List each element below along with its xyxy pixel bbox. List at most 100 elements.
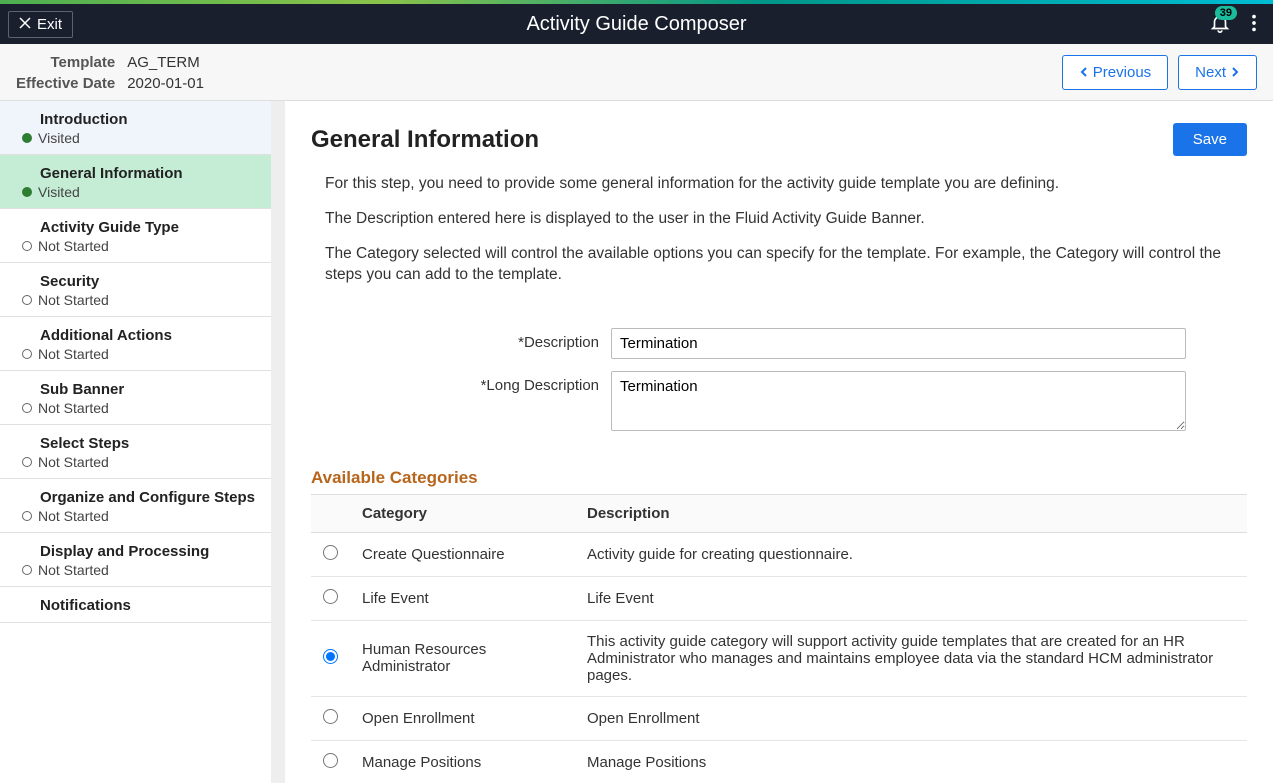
step-status: Not Started: [22, 238, 259, 254]
form-section: *Description *Long Description: [311, 328, 1247, 446]
step-status: Not Started: [22, 400, 259, 416]
table-row: Manage PositionsManage Positions: [311, 740, 1247, 783]
sidebar-step[interactable]: Introduction Visited: [0, 101, 271, 155]
step-status: Not Started: [22, 508, 259, 524]
main-header: General Information Save: [311, 123, 1247, 156]
status-dot-icon: [22, 457, 32, 467]
col-category: Category: [350, 495, 575, 533]
status-dot-icon: [22, 565, 32, 575]
categories-table-wrap[interactable]: Category Description Create Questionnair…: [311, 494, 1247, 783]
category-description: Open Enrollment: [575, 696, 1247, 740]
category-description: Manage Positions: [575, 740, 1247, 783]
category-radio[interactable]: [323, 545, 338, 560]
intro-paragraph: The Category selected will control the a…: [311, 244, 1247, 286]
table-row: Create QuestionnaireActivity guide for c…: [311, 532, 1247, 576]
step-title: Activity Guide Type: [40, 219, 259, 236]
description-label: *Description: [311, 328, 611, 351]
status-dot-icon: [22, 403, 32, 413]
previous-label: Previous: [1093, 64, 1151, 81]
sidebar-step[interactable]: Activity Guide Type Not Started: [0, 209, 271, 263]
notification-count: 39: [1215, 6, 1237, 20]
category-radio[interactable]: [323, 709, 338, 724]
more-menu-button[interactable]: [1243, 12, 1265, 37]
app-header: Exit Activity Guide Composer 39: [0, 4, 1273, 44]
step-status-text: Not Started: [38, 562, 109, 578]
category-radio[interactable]: [323, 753, 338, 768]
close-icon: [19, 16, 31, 33]
step-title: Introduction: [40, 111, 259, 128]
chevron-right-icon: [1230, 64, 1240, 81]
context-details: Template AG_TERM Effective Date 2020-01-…: [16, 54, 204, 92]
steps-sidebar[interactable]: Introduction Visited General Information Vi…: [0, 101, 285, 783]
body-area: Introduction Visited General Information Vi…: [0, 101, 1273, 783]
category-name: Open Enrollment: [350, 696, 575, 740]
col-select: [311, 495, 350, 533]
category-name: Life Event: [350, 576, 575, 620]
page-title: Activity Guide Composer: [526, 13, 746, 36]
next-button[interactable]: Next: [1178, 55, 1257, 90]
step-title: Notifications: [40, 597, 259, 614]
nav-buttons: Previous Next: [1062, 55, 1257, 92]
sidebar-step[interactable]: Select StepsNot Started: [0, 425, 271, 479]
col-description: Description: [575, 495, 1247, 533]
description-input[interactable]: [611, 328, 1186, 359]
step-status-text: Not Started: [38, 292, 109, 308]
step-status-text: Not Started: [38, 508, 109, 524]
step-title: General Information: [40, 165, 259, 182]
category-description: Activity guide for creating questionnair…: [575, 532, 1247, 576]
sidebar-step[interactable]: Additional ActionsNot Started: [0, 317, 271, 371]
categories-table: Category Description Create Questionnair…: [311, 495, 1247, 783]
category-name: Human Resources Administrator: [350, 620, 575, 696]
status-dot-icon: [22, 511, 32, 521]
sidebar-step[interactable]: Display and Processing Not Started: [0, 533, 271, 587]
step-status: Not Started: [22, 292, 259, 308]
table-row: Human Resources AdministratorThis activi…: [311, 620, 1247, 696]
save-button[interactable]: Save: [1173, 123, 1247, 156]
step-status-text: Visited: [38, 130, 80, 146]
step-title: Select Steps: [40, 435, 259, 452]
kebab-icon: [1243, 21, 1265, 37]
sidebar-step[interactable]: Sub Banner Not Started: [0, 371, 271, 425]
status-dot-icon: [22, 295, 32, 305]
notifications-button[interactable]: 39: [1209, 12, 1231, 37]
intro-paragraph: The Description entered here is displaye…: [311, 209, 1247, 230]
step-status: Not Started: [22, 562, 259, 578]
categories-heading: Available Categories: [311, 468, 1247, 488]
sidebar-step[interactable]: General Information Visited: [0, 155, 271, 209]
table-row: Open EnrollmentOpen Enrollment: [311, 696, 1247, 740]
table-row: Life EventLife Event: [311, 576, 1247, 620]
status-dot-icon: [22, 349, 32, 359]
category-radio[interactable]: [323, 649, 338, 664]
category-radio[interactable]: [323, 589, 338, 604]
step-title: Organize and Configure Steps: [40, 489, 259, 506]
chevron-left-icon: [1079, 64, 1089, 81]
exit-button[interactable]: Exit: [8, 11, 73, 38]
step-title: Display and Processing: [40, 543, 259, 560]
category-name: Create Questionnaire: [350, 532, 575, 576]
context-bar: Template AG_TERM Effective Date 2020-01-…: [0, 44, 1273, 101]
longdesc-input[interactable]: [611, 371, 1186, 431]
intro-paragraph: For this step, you need to provide some …: [311, 174, 1247, 195]
step-status-text: Not Started: [38, 400, 109, 416]
next-label: Next: [1195, 64, 1226, 81]
step-status: Not Started: [22, 346, 259, 362]
step-status-text: Not Started: [38, 346, 109, 362]
effdate-value: 2020-01-01: [127, 75, 204, 92]
step-title: Sub Banner: [40, 381, 259, 398]
effdate-label: Effective Date: [16, 75, 115, 92]
status-dot-icon: [22, 187, 32, 197]
sidebar-step[interactable]: Notifications: [0, 587, 271, 623]
category-name: Manage Positions: [350, 740, 575, 783]
step-status: Visited: [22, 184, 259, 200]
category-description: Life Event: [575, 576, 1247, 620]
status-dot-icon: [22, 133, 32, 143]
sidebar-step[interactable]: Organize and Configure Steps Not Started: [0, 479, 271, 533]
previous-button[interactable]: Previous: [1062, 55, 1168, 90]
status-dot-icon: [22, 241, 32, 251]
sidebar-step[interactable]: SecurityNot Started: [0, 263, 271, 317]
longdesc-label: *Long Description: [311, 371, 611, 394]
main-content: General Information Save For this step, …: [285, 101, 1273, 783]
step-status: Visited: [22, 130, 259, 146]
template-value: AG_TERM: [127, 54, 204, 71]
description-row: *Description: [311, 328, 1247, 359]
